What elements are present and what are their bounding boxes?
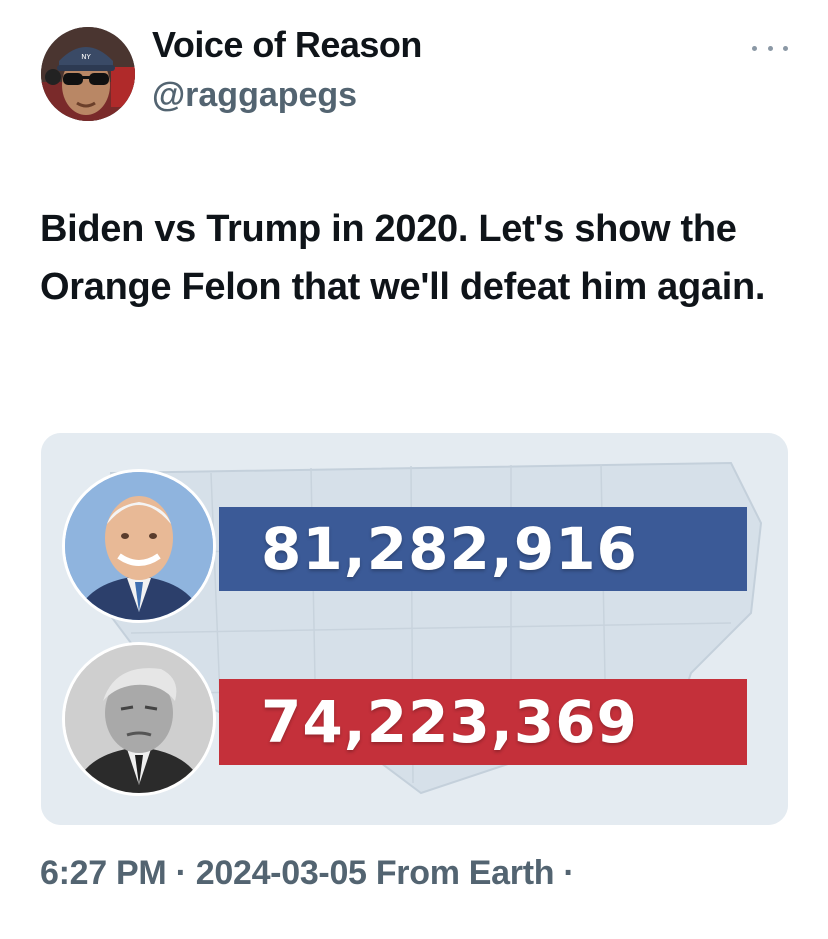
tweet-time[interactable]: 6:27 PM (40, 854, 167, 892)
separator: · (563, 854, 575, 892)
candidate-portrait-2 (62, 642, 216, 796)
more-horizontal-icon (767, 45, 773, 51)
candidate-portrait-1 (62, 469, 216, 623)
tweet-date[interactable]: 2024-03-05 (196, 854, 367, 892)
display-name[interactable]: Voice of Reason (152, 24, 422, 66)
user-handle[interactable]: @raggapegs (152, 76, 357, 115)
tweet-source: From Earth (375, 854, 555, 892)
vote-count-2: 74,223,369 (261, 688, 638, 756)
more-horizontal-icon (783, 45, 788, 51)
avatar[interactable]: NY (41, 27, 135, 121)
candidate-portrait-icon (65, 645, 213, 793)
more-horizontal-icon (752, 45, 757, 51)
separator: · (175, 854, 187, 892)
tweet-media-image[interactable]: 81,282,916 74,223,369 (41, 433, 788, 825)
tweet-metadata: 6:27 PM · 2024-03-05 From Earth · (40, 854, 575, 893)
more-options-button[interactable] (752, 38, 788, 58)
svg-text:NY: NY (81, 53, 91, 61)
profile-photo-icon: NY (41, 27, 135, 121)
tweet-text: Biden vs Trump in 2020. Let's show the O… (40, 208, 766, 308)
vote-count-bar-1: 81,282,916 (219, 507, 747, 591)
vote-count-1: 81,282,916 (261, 515, 638, 583)
vote-count-bar-2: 74,223,369 (219, 679, 747, 765)
candidate-portrait-icon (65, 472, 213, 620)
